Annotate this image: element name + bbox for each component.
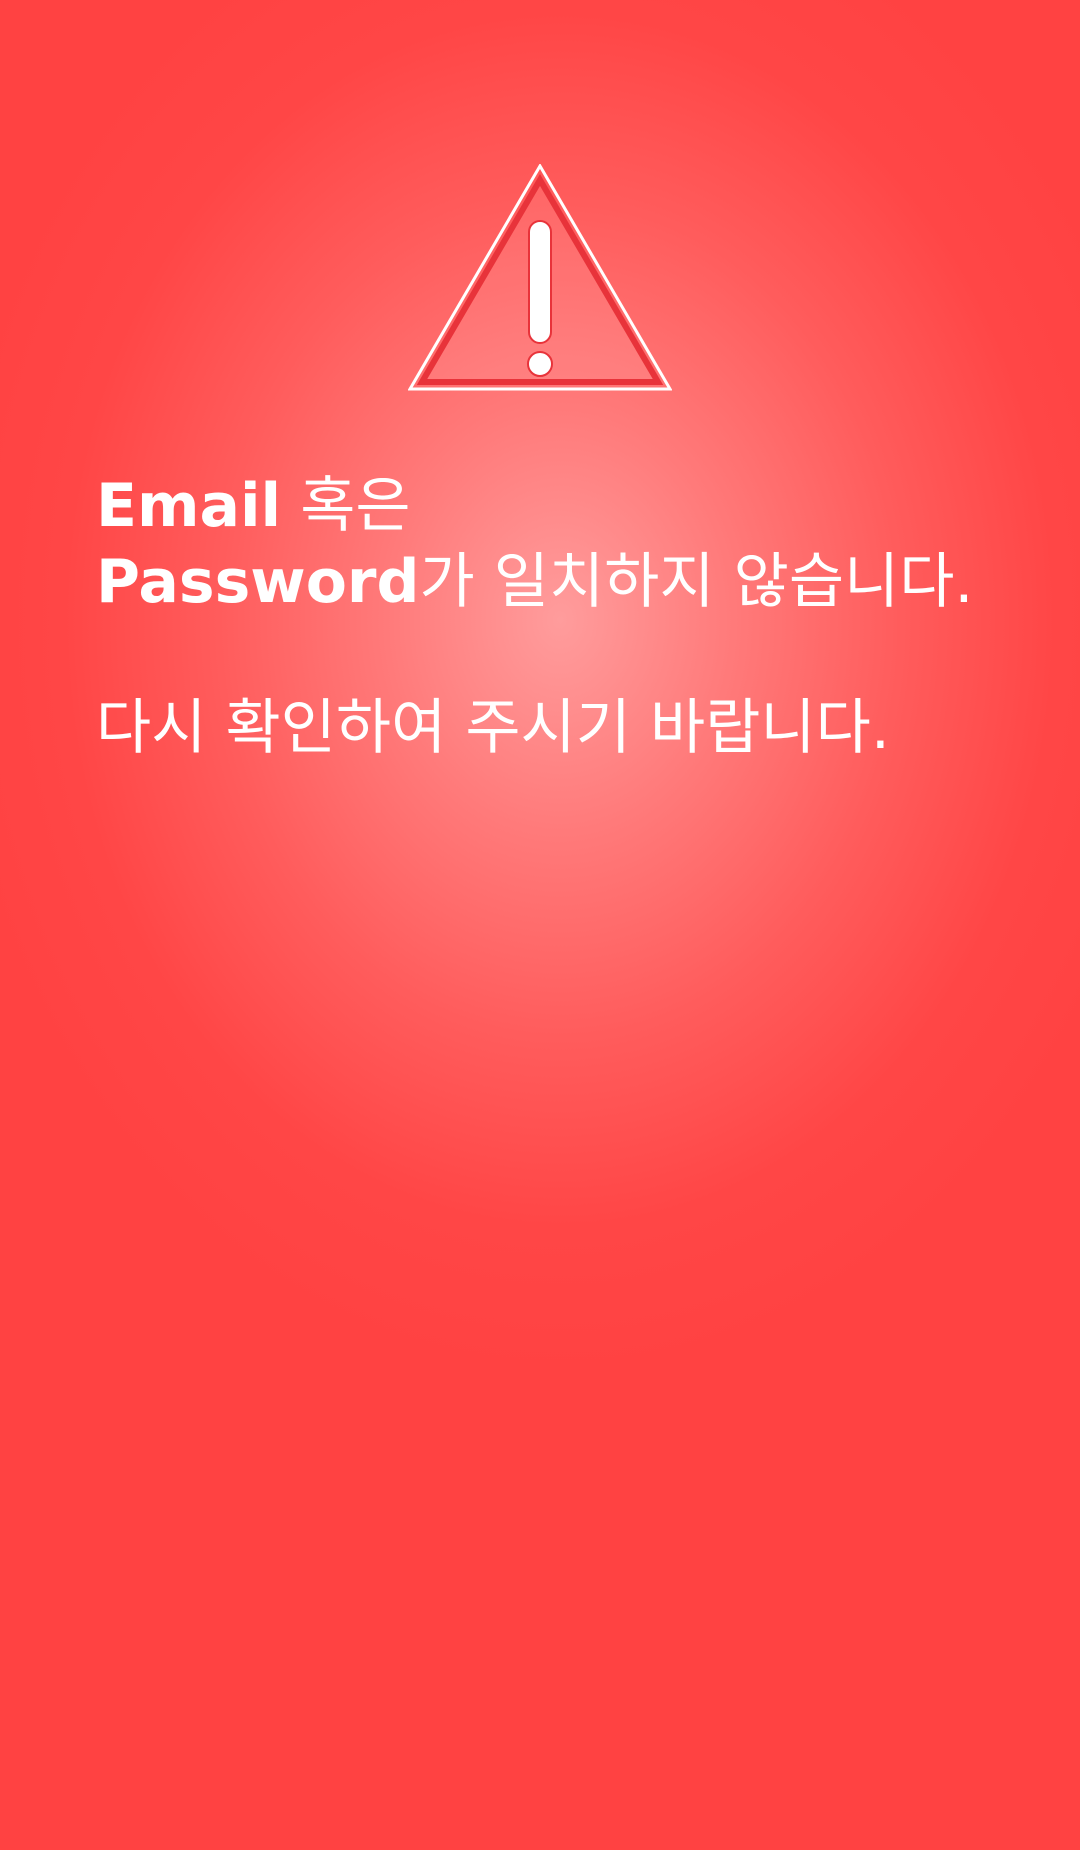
retry-instruction: 다시 확인하여 주시기 바랍니다. xyxy=(96,693,890,763)
warning-triangle-icon xyxy=(408,164,672,391)
error-screen: Email 혹은 Password가 일치하지 않습니다. 다시 확인하여 주시… xyxy=(0,0,1080,1850)
email-label: Email xyxy=(96,471,282,541)
password-label: Password xyxy=(96,547,420,617)
error-message: Email 혹은 Password가 일치하지 않습니다. 다시 확인하여 주시… xyxy=(96,468,996,766)
mismatch-text: 가 일치하지 않습니다. xyxy=(419,547,974,617)
message-spacer xyxy=(96,620,996,690)
message-line-1: Email 혹은 xyxy=(96,468,996,544)
or-text: 혹은 xyxy=(281,471,411,541)
message-line-2: Password가 일치하지 않습니다. xyxy=(96,544,996,620)
